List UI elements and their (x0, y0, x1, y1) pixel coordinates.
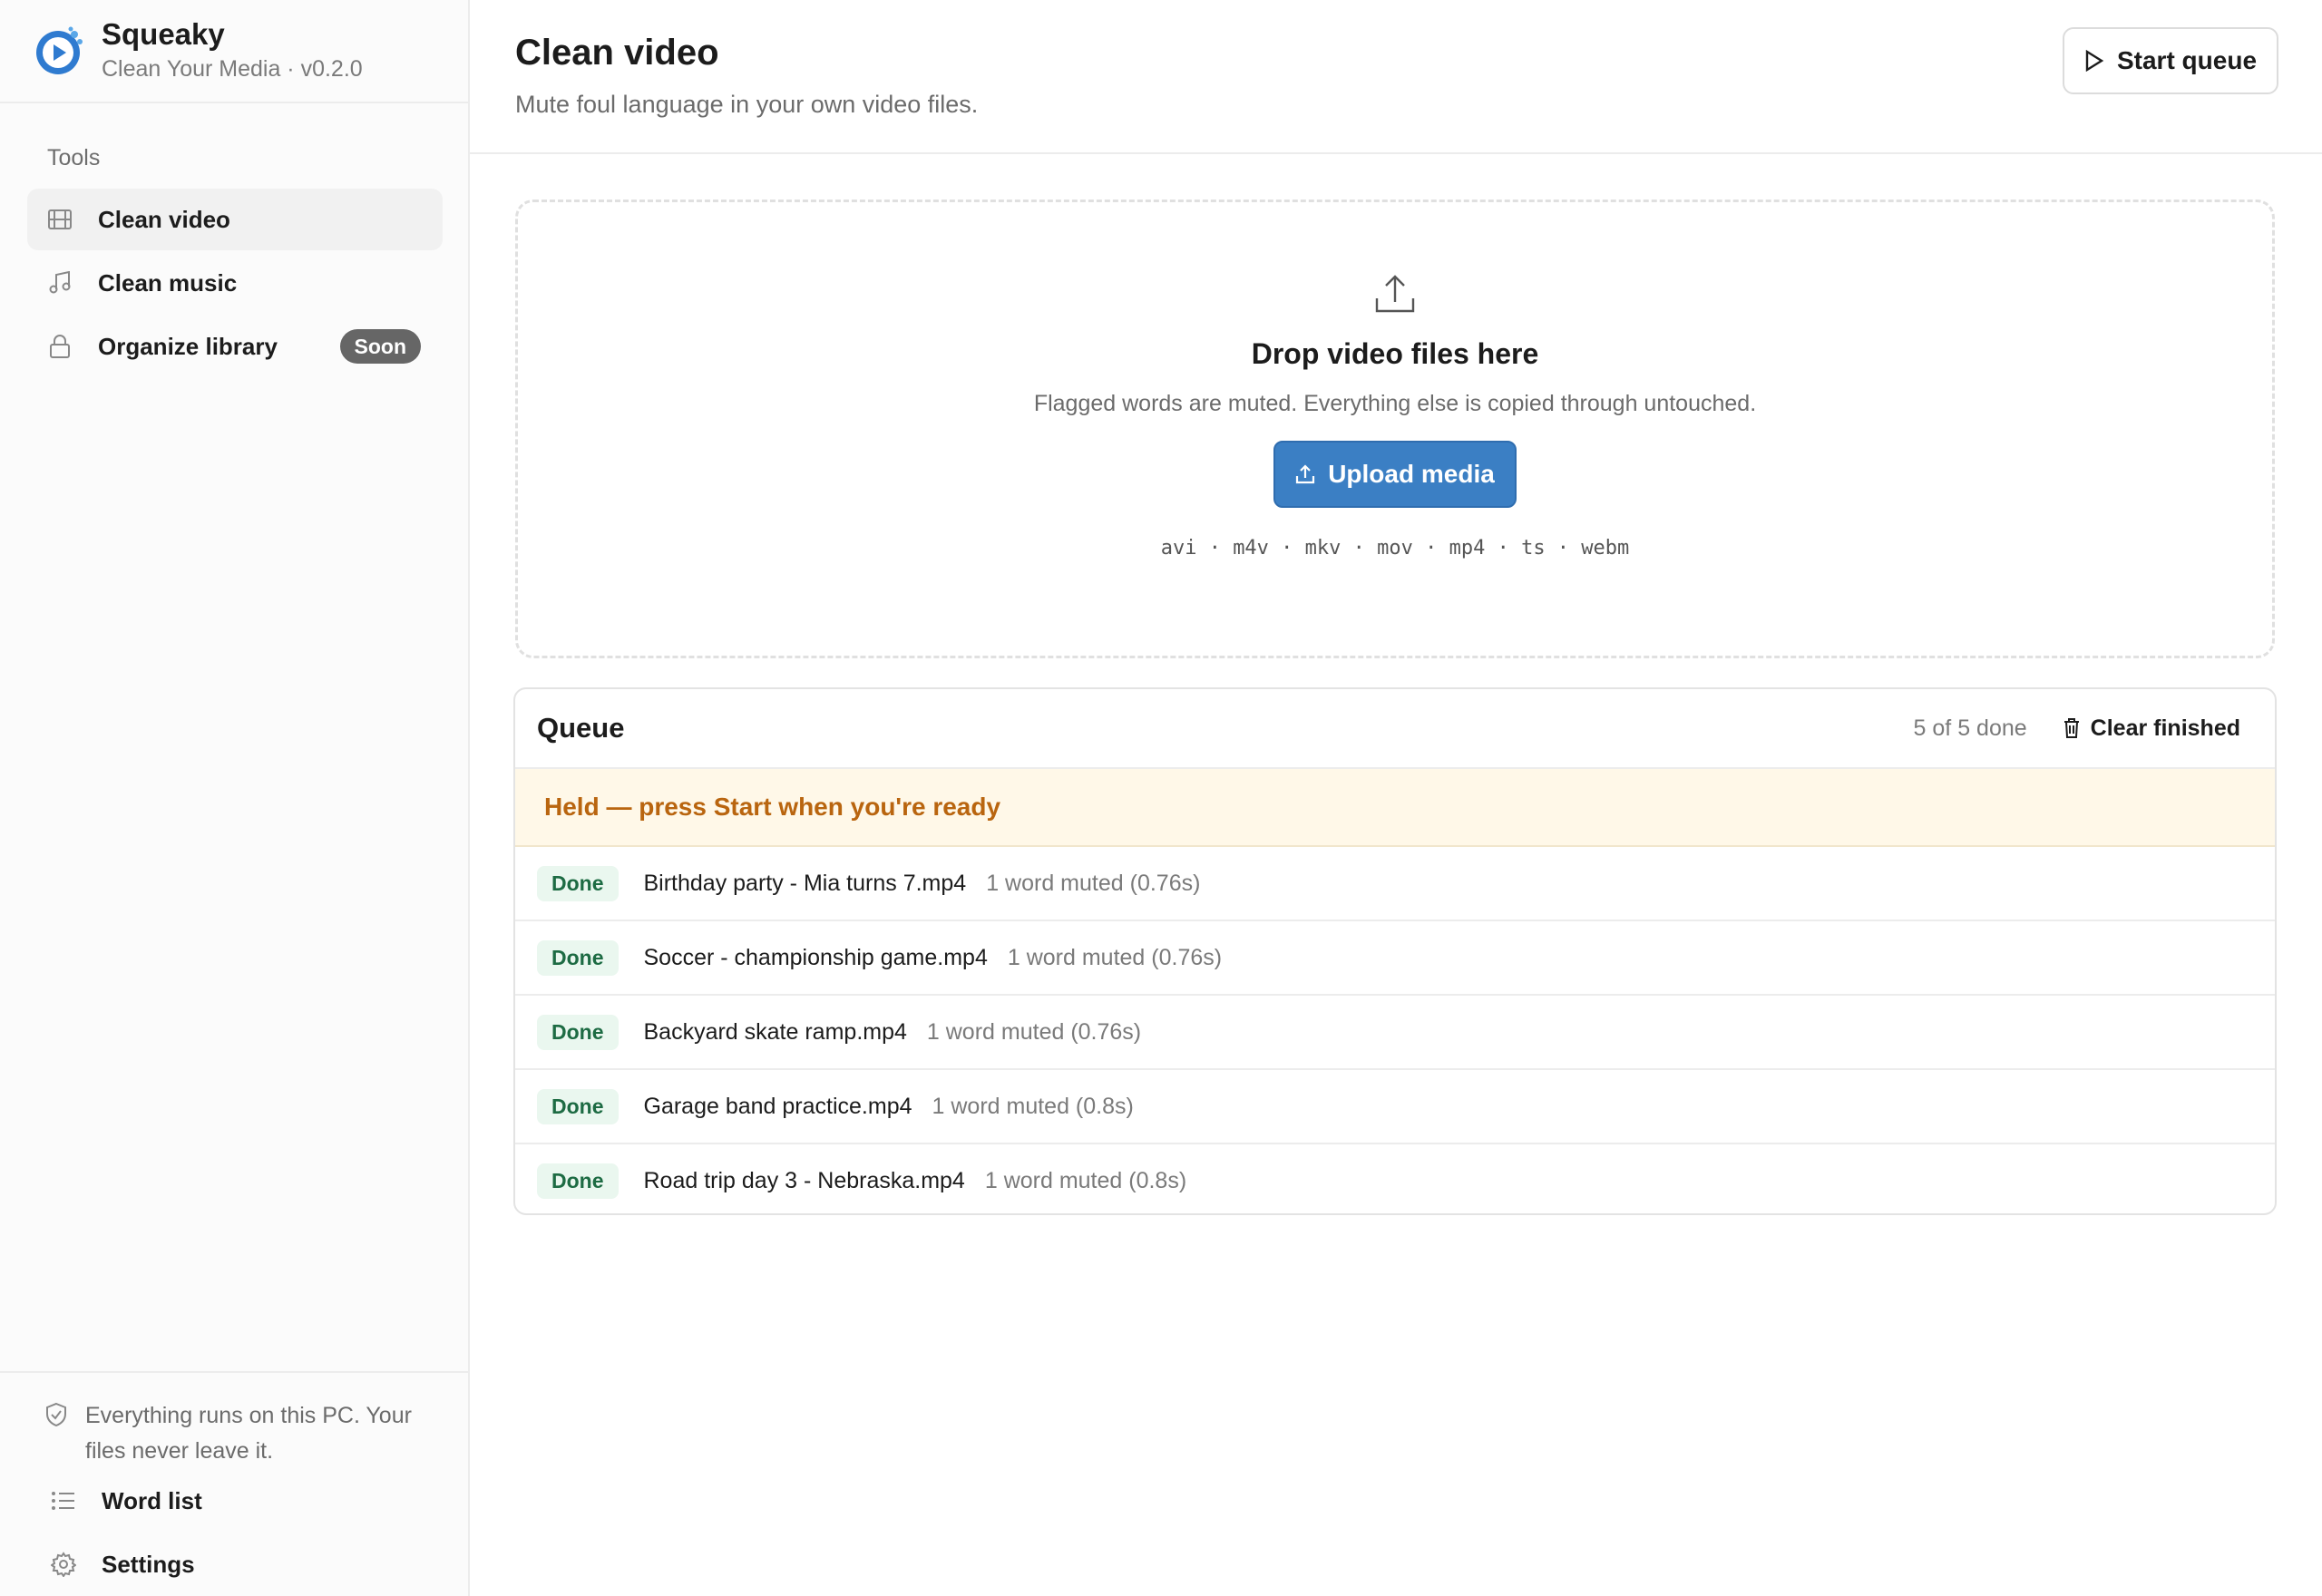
sidebar-item-label: Clean video (98, 205, 230, 233)
upload-media-label: Upload media (1328, 460, 1495, 488)
sidebar-item-label: Clean music (98, 268, 238, 297)
status-badge: Done (537, 1088, 619, 1124)
upload-tray-icon (518, 273, 2272, 319)
file-detail: 1 word muted (0.8s) (984, 1167, 1187, 1193)
upload-media-button[interactable]: Upload media (1273, 441, 1517, 508)
music-note-icon (47, 270, 73, 296)
main-content: Clean video Mute foul language in your o… (470, 0, 2322, 1596)
queue-row[interactable]: Done Backyard skate ramp.mp4 1 word mute… (515, 996, 2275, 1070)
status-badge: Done (537, 865, 619, 901)
sidebar-item-label: Word list (102, 1486, 202, 1514)
app-window: Squeaky Clean Your Media · v0.2.0 Tools … (0, 0, 2322, 1596)
queue-row[interactable]: Done Birthday party - Mia turns 7.mp4 1 … (515, 847, 2275, 921)
trash-icon (2063, 718, 2079, 738)
app-name: Squeaky (102, 17, 225, 51)
file-name: Soccer - championship game.mp4 (643, 944, 988, 970)
sidebar-footer: Everything runs on this PC. Your files n… (0, 1371, 468, 1596)
sidebar-item-word-list[interactable]: Word list (51, 1469, 468, 1533)
sidebar-item-clean-music[interactable]: Clean music (27, 252, 443, 314)
privacy-text: Everything runs on this PC. Your files n… (85, 1403, 412, 1464)
queue-panel: Queue 5 of 5 done Clear finished Held — … (513, 687, 2277, 1215)
tools-nav: Clean video Clean music Organize library… (0, 189, 468, 377)
clear-finished-label: Clear finished (2090, 715, 2240, 741)
app-logo-icon (36, 26, 83, 74)
queue-header: Queue 5 of 5 done Clear finished (515, 689, 2275, 769)
file-name: Backyard skate ramp.mp4 (643, 1018, 907, 1045)
brand: Squeaky Clean Your Media · v0.2.0 (0, 0, 468, 103)
dropzone-title: Drop video files here (1251, 337, 1539, 370)
app-subtitle: Clean Your Media · v0.2.0 (102, 56, 363, 82)
film-icon (47, 207, 73, 232)
file-name: Birthday party - Mia turns 7.mp4 (643, 870, 967, 896)
queue-row[interactable]: Done Road trip day 3 - Nebraska.mp4 1 wo… (515, 1144, 2275, 1213)
sidebar-item-clean-video[interactable]: Clean video (27, 189, 443, 250)
file-detail: 1 word muted (0.76s) (1007, 944, 1223, 970)
privacy-note: Everything runs on this PC. Your files n… (45, 1398, 432, 1469)
page-title: Clean video (515, 33, 719, 73)
shield-check-icon (45, 1402, 67, 1427)
queue-progress-count: 5 of 5 done (1913, 715, 2027, 741)
sidebar-item-label: Settings (102, 1550, 195, 1578)
list-icon (51, 1488, 76, 1513)
lock-icon (47, 334, 73, 359)
clear-finished-button[interactable]: Clear finished (2063, 715, 2240, 742)
start-queue-button[interactable]: Start queue (2063, 27, 2278, 94)
file-detail: 1 word muted (0.76s) (986, 870, 1201, 896)
sidebar-item-label: Organize library (98, 332, 278, 360)
soon-badge: Soon (339, 329, 421, 364)
sidebar-item-organize-library[interactable]: Organize library Soon (27, 316, 443, 377)
held-banner: Held — press Start when you're ready (515, 769, 2275, 847)
page-subtitle: Mute foul language in your own video fil… (515, 91, 979, 118)
file-name: Road trip day 3 - Nebraska.mp4 (643, 1167, 965, 1193)
queue-row[interactable]: Done Soccer - championship game.mp4 1 wo… (515, 921, 2275, 996)
play-icon (2085, 50, 2104, 72)
gear-icon (51, 1552, 76, 1577)
file-detail: 1 word muted (0.8s) (932, 1093, 1134, 1119)
status-badge: Done (537, 939, 619, 976)
start-queue-label: Start queue (2116, 46, 2258, 74)
upload-icon (1296, 464, 1315, 484)
file-name: Garage band practice.mp4 (643, 1093, 912, 1119)
file-dropzone[interactable]: Drop video files here Flagged words are … (515, 200, 2275, 658)
supported-formats: avi · m4v · mkv · mov · mp4 · ts · webm (1160, 537, 1630, 560)
file-detail: 1 word muted (0.76s) (926, 1018, 1142, 1045)
dropzone-subtitle: Flagged words are muted. Everything else… (1033, 391, 1757, 416)
page-header: Clean video Mute foul language in your o… (470, 0, 2322, 154)
status-badge: Done (537, 1014, 619, 1050)
status-badge: Done (537, 1163, 619, 1199)
queue-row[interactable]: Done Garage band practice.mp4 1 word mut… (515, 1070, 2275, 1144)
sidebar: Squeaky Clean Your Media · v0.2.0 Tools … (0, 0, 470, 1596)
tools-section-label: Tools (47, 145, 101, 170)
queue-title: Queue (537, 712, 625, 744)
sidebar-item-settings[interactable]: Settings (51, 1533, 468, 1596)
